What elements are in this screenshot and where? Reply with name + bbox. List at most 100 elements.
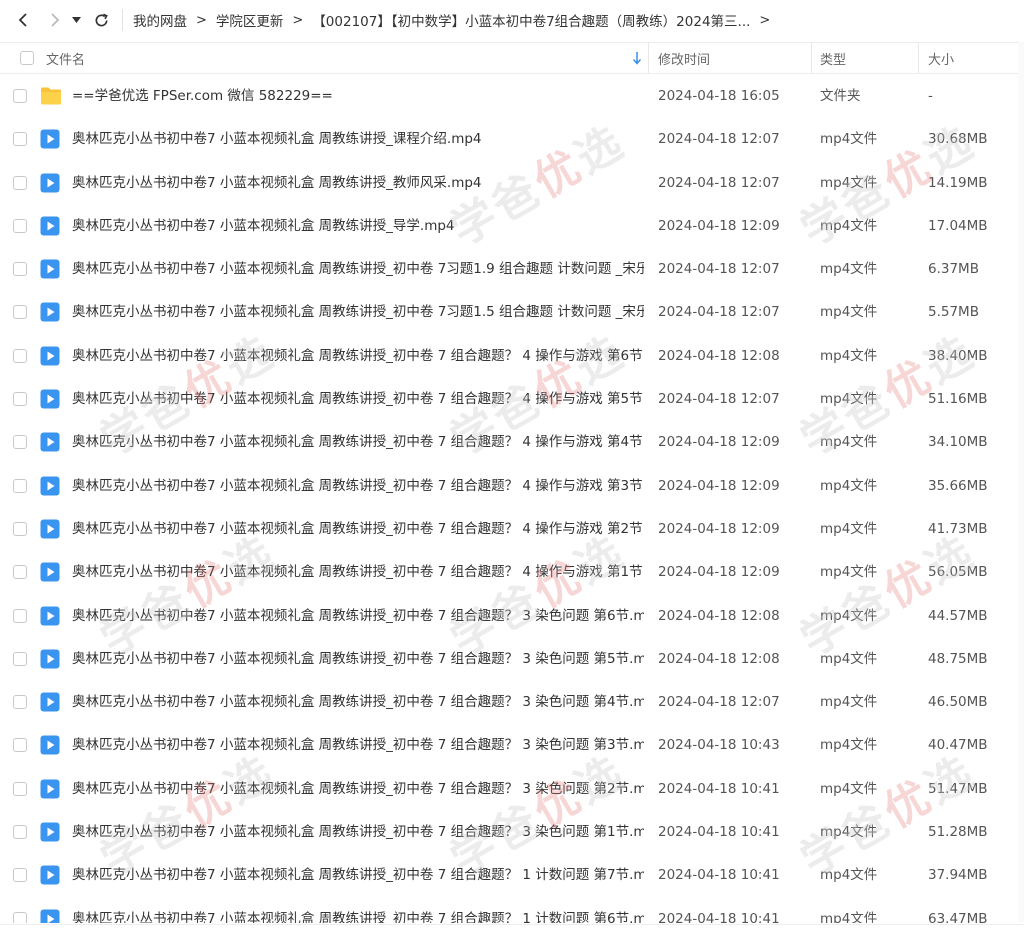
row-checkbox[interactable] bbox=[13, 392, 27, 407]
breadcrumb-item-root[interactable]: 我的网盘 bbox=[133, 10, 187, 30]
row-checkbox[interactable] bbox=[13, 348, 27, 363]
toolbar: 我的网盘 > 学院区更新 > 【002107】【初中数学】小蓝本初中卷7组合趣题… bbox=[0, 0, 1024, 40]
video-file-icon bbox=[40, 909, 60, 923]
file-row[interactable]: 奥林匹克小丛书初中卷7 小蓝本视频礼盒 周教练讲授_初中卷 7 组合趣题？ 4 … bbox=[0, 551, 1018, 594]
file-name[interactable]: 奥林匹克小丛书初中卷7 小蓝本视频礼盒 周教练讲授_初中卷 7 组合趣题？ 3 … bbox=[72, 638, 644, 681]
file-row[interactable]: 奥林匹克小丛书初中卷7 小蓝本视频礼盒 周教练讲授_初中卷 7 组合趣题？ 3 … bbox=[0, 638, 1018, 681]
file-row[interactable]: 奥林匹克小丛书初中卷7 小蓝本视频礼盒 周教练讲授_初中卷 7 组合趣题？ 4 … bbox=[0, 378, 1018, 421]
breadcrumb-item-academy[interactable]: 学院区更新 bbox=[216, 10, 284, 30]
file-name[interactable]: 奥林匹克小丛书初中卷7 小蓝本视频礼盒 周教练讲授_教师风采.mp4 bbox=[72, 162, 644, 205]
file-name[interactable]: 奥林匹克小丛书初中卷7 小蓝本视频礼盒 周教练讲授_导学.mp4 bbox=[72, 205, 644, 248]
file-name[interactable]: 奥林匹克小丛书初中卷7 小蓝本视频礼盒 周教练讲授_初中卷 7 组合趣题？ 4 … bbox=[72, 465, 644, 508]
column-header-modified[interactable]: 修改时间 bbox=[658, 43, 710, 73]
row-checkbox[interactable] bbox=[13, 305, 27, 320]
file-name[interactable]: 奥林匹克小丛书初中卷7 小蓝本视频礼盒 周教练讲授_初中卷 7 组合趣题？ 3 … bbox=[72, 768, 644, 811]
video-file-icon bbox=[40, 779, 60, 803]
file-row[interactable]: 奥林匹克小丛书初中卷7 小蓝本视频礼盒 周教练讲授_初中卷 7 组合趣题？ 3 … bbox=[0, 768, 1018, 811]
file-row[interactable]: 奥林匹克小丛书初中卷7 小蓝本视频礼盒 周教练讲授_初中卷 7习题1.5 组合趣… bbox=[0, 291, 1018, 334]
file-type: mp4文件 bbox=[820, 650, 878, 667]
file-size: 14.19MB bbox=[928, 174, 988, 191]
file-name[interactable]: 奥林匹克小丛书初中卷7 小蓝本视频礼盒 周教练讲授_初中卷 7 组合趣题？ 4 … bbox=[72, 508, 644, 551]
row-checkbox[interactable] bbox=[13, 89, 27, 103]
file-row[interactable]: 奥林匹克小丛书初中卷7 小蓝本视频礼盒 周教练讲授_初中卷 7 组合趣题？ 1 … bbox=[0, 898, 1018, 923]
row-checkbox[interactable] bbox=[13, 825, 27, 840]
file-row[interactable]: 奥林匹克小丛书初中卷7 小蓝本视频礼盒 周教练讲授_初中卷 7 组合趣题？ 4 … bbox=[0, 335, 1018, 378]
file-name[interactable]: 奥林匹克小丛书初中卷7 小蓝本视频礼盒 周教练讲授_课程介绍.mp4 bbox=[72, 118, 644, 161]
file-modified-time: 2024-04-18 12:07 bbox=[658, 261, 780, 278]
file-row[interactable]: 奥林匹克小丛书初中卷7 小蓝本视频礼盒 周教练讲授_初中卷 7 组合趣题？ 3 … bbox=[0, 811, 1018, 854]
file-row[interactable]: 奥林匹克小丛书初中卷7 小蓝本视频礼盒 周教练讲授_课程介绍.mp4 2024-0… bbox=[0, 118, 1018, 161]
refresh-button[interactable] bbox=[88, 7, 114, 33]
video-file-icon bbox=[40, 476, 60, 500]
breadcrumb-item-current[interactable]: 【002107】【初中数学】小蓝本初中卷7组合趣题（周教练）2024第三... bbox=[312, 10, 750, 30]
file-modified-time: 2024-04-18 12:08 bbox=[658, 650, 780, 667]
column-divider[interactable] bbox=[918, 43, 919, 73]
vertical-scrollbar[interactable] bbox=[1018, 42, 1024, 922]
file-row[interactable]: 奥林匹克小丛书初中卷7 小蓝本视频礼盒 周教练讲授_导学.mp4 2024-04-… bbox=[0, 205, 1018, 248]
file-type: 文件夹 bbox=[820, 88, 861, 104]
file-type: mp4文件 bbox=[820, 694, 878, 711]
file-name[interactable]: 奥林匹克小丛书初中卷7 小蓝本视频礼盒 周教练讲授_初中卷 7 组合趣题？ 3 … bbox=[72, 595, 644, 638]
file-row[interactable]: 奥林匹克小丛书初中卷7 小蓝本视频礼盒 周教练讲授_初中卷 7 组合趣题？ 4 … bbox=[0, 465, 1018, 508]
row-checkbox[interactable] bbox=[13, 565, 27, 580]
video-file-icon bbox=[40, 692, 60, 716]
row-checkbox[interactable] bbox=[13, 262, 27, 277]
row-checkbox[interactable] bbox=[13, 478, 27, 493]
video-file-icon bbox=[40, 259, 60, 283]
file-size: 30.68MB bbox=[928, 131, 988, 148]
file-row[interactable]: 奥林匹克小丛书初中卷7 小蓝本视频礼盒 周教练讲授_初中卷 7 组合趣题？ 3 … bbox=[0, 595, 1018, 638]
file-row[interactable]: 奥林匹克小丛书初中卷7 小蓝本视频礼盒 周教练讲授_初中卷 7 组合趣题？ 1 … bbox=[0, 854, 1018, 897]
row-checkbox[interactable] bbox=[13, 911, 27, 923]
select-all-checkbox[interactable] bbox=[20, 51, 34, 65]
file-name[interactable]: 奥林匹克小丛书初中卷7 小蓝本视频礼盒 周教练讲授_初中卷 7习题1.9 组合趣… bbox=[72, 248, 644, 291]
video-file-icon bbox=[40, 822, 60, 846]
file-type: mp4文件 bbox=[820, 347, 878, 364]
refresh-icon bbox=[95, 13, 108, 26]
sort-arrow-down-icon[interactable] bbox=[632, 51, 642, 65]
file-name[interactable]: 奥林匹克小丛书初中卷7 小蓝本视频礼盒 周教练讲授_初中卷 7 组合趣题？ 4 … bbox=[72, 551, 644, 594]
row-checkbox[interactable] bbox=[13, 695, 27, 710]
toolbar-divider bbox=[122, 9, 123, 31]
file-name[interactable]: 奥林匹克小丛书初中卷7 小蓝本视频礼盒 周教练讲授_初中卷 7习题1.5 组合趣… bbox=[72, 291, 644, 334]
file-size: 48.75MB bbox=[928, 650, 988, 667]
column-header-type[interactable]: 类型 bbox=[820, 43, 846, 73]
file-name[interactable]: 奥林匹克小丛书初中卷7 小蓝本视频礼盒 周教练讲授_初中卷 7 组合趣题？ 3 … bbox=[72, 681, 644, 724]
row-checkbox[interactable] bbox=[13, 608, 27, 623]
file-row[interactable]: 奥林匹克小丛书初中卷7 小蓝本视频礼盒 周教练讲授_初中卷 7 组合趣题？ 4 … bbox=[0, 508, 1018, 551]
row-checkbox[interactable] bbox=[13, 868, 27, 883]
file-row[interactable]: 奥林匹克小丛书初中卷7 小蓝本视频礼盒 周教练讲授_初中卷 7 组合趣题？ 3 … bbox=[0, 724, 1018, 767]
column-header-name[interactable]: 文件名 bbox=[46, 43, 85, 73]
row-checkbox[interactable] bbox=[13, 651, 27, 666]
file-row[interactable]: ==学爸优选 FPSer.com 微信 582229== 2024-04-18 1… bbox=[0, 75, 1018, 118]
file-name[interactable]: 奥林匹克小丛书初中卷7 小蓝本视频礼盒 周教练讲授_初中卷 7 组合趣题？ 1 … bbox=[72, 898, 644, 923]
row-checkbox[interactable] bbox=[13, 781, 27, 796]
file-name[interactable]: 奥林匹克小丛书初中卷7 小蓝本视频礼盒 周教练讲授_初中卷 7 组合趣题？ 4 … bbox=[72, 378, 644, 421]
column-divider[interactable] bbox=[811, 43, 812, 73]
file-name[interactable]: 奥林匹克小丛书初中卷7 小蓝本视频礼盒 周教练讲授_初中卷 7 组合趣题？ 4 … bbox=[72, 421, 644, 464]
breadcrumb-separator-icon: > bbox=[196, 12, 207, 28]
row-checkbox[interactable] bbox=[13, 218, 27, 233]
file-name[interactable]: 奥林匹克小丛书初中卷7 小蓝本视频礼盒 周教练讲授_初中卷 7 组合趣题？ 4 … bbox=[72, 335, 644, 378]
history-dropdown-button[interactable] bbox=[68, 7, 84, 33]
file-name[interactable]: 奥林匹克小丛书初中卷7 小蓝本视频礼盒 周教练讲授_初中卷 7 组合趣题？ 1 … bbox=[72, 854, 644, 897]
file-modified-time: 2024-04-18 12:07 bbox=[658, 694, 780, 711]
file-type: mp4文件 bbox=[820, 520, 878, 537]
forward-button[interactable] bbox=[42, 7, 68, 33]
row-checkbox[interactable] bbox=[13, 521, 27, 536]
row-checkbox[interactable] bbox=[13, 738, 27, 753]
file-row[interactable]: 奥林匹克小丛书初中卷7 小蓝本视频礼盒 周教练讲授_初中卷 7习题1.9 组合趣… bbox=[0, 248, 1018, 291]
file-name[interactable]: ==学爸优选 FPSer.com 微信 582229== bbox=[72, 75, 644, 118]
file-name[interactable]: 奥林匹克小丛书初中卷7 小蓝本视频礼盒 周教练讲授_初中卷 7 组合趣题？ 3 … bbox=[72, 811, 644, 854]
file-name[interactable]: 奥林匹克小丛书初中卷7 小蓝本视频礼盒 周教练讲授_初中卷 7 组合趣题？ 3 … bbox=[72, 724, 644, 767]
column-header-size[interactable]: 大小 bbox=[928, 43, 954, 73]
row-checkbox[interactable] bbox=[13, 435, 27, 450]
file-type: mp4文件 bbox=[820, 217, 878, 234]
file-row[interactable]: 奥林匹克小丛书初中卷7 小蓝本视频礼盒 周教练讲授_初中卷 7 组合趣题？ 3 … bbox=[0, 681, 1018, 724]
row-checkbox[interactable] bbox=[13, 132, 27, 147]
back-button[interactable] bbox=[10, 7, 36, 33]
column-divider[interactable] bbox=[648, 43, 649, 73]
row-checkbox[interactable] bbox=[13, 175, 27, 190]
file-row[interactable]: 奥林匹克小丛书初中卷7 小蓝本视频礼盒 周教练讲授_初中卷 7 组合趣题？ 4 … bbox=[0, 421, 1018, 464]
file-row[interactable]: 奥林匹克小丛书初中卷7 小蓝本视频礼盒 周教练讲授_教师风采.mp4 2024-0… bbox=[0, 162, 1018, 205]
file-size: - bbox=[928, 88, 933, 104]
